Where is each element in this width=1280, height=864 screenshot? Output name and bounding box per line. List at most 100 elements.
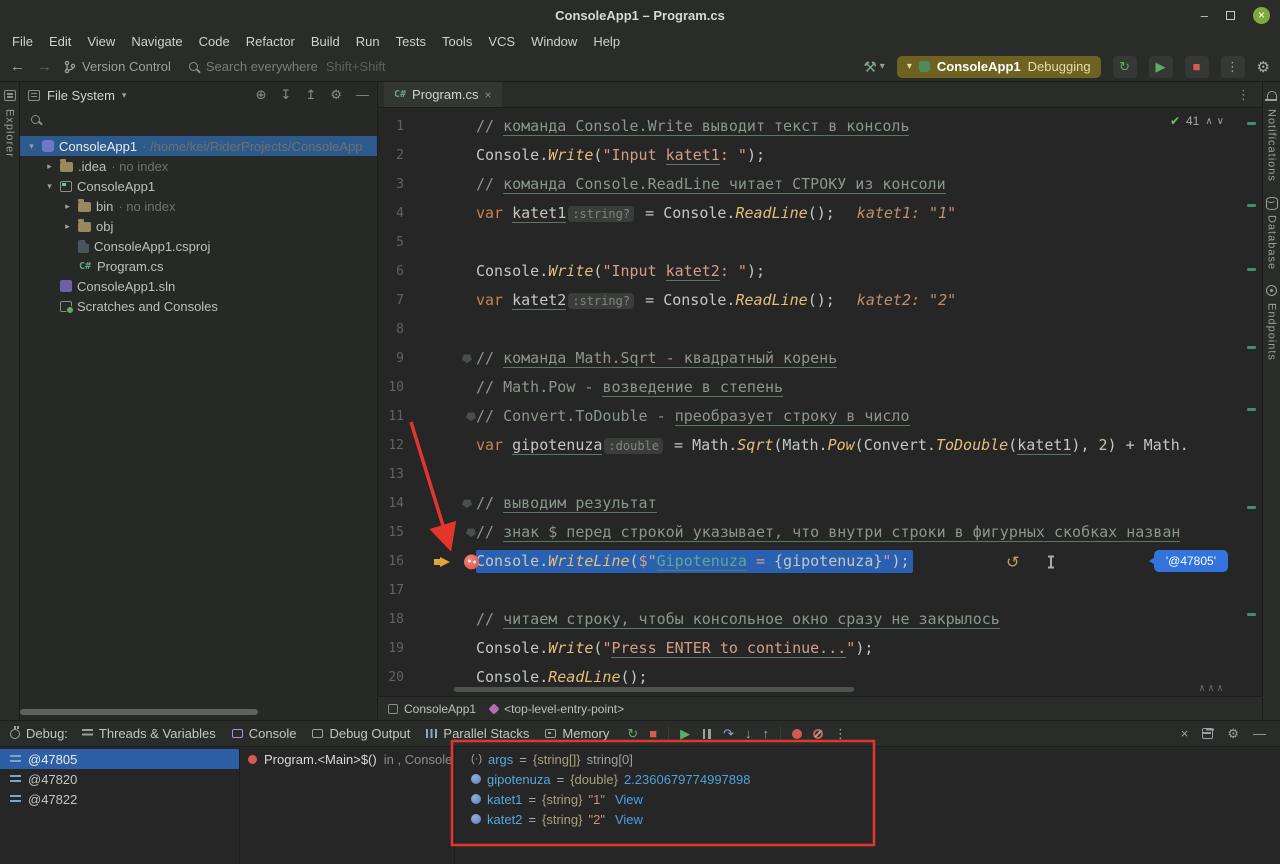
minimize-button[interactable]: – [1201, 8, 1208, 23]
expand-all-button[interactable]: ↧ [281, 87, 292, 103]
debug-more-button[interactable]: ⋮ [834, 726, 847, 742]
forward-button[interactable]: → [37, 58, 52, 75]
tree-search-field[interactable] [20, 108, 377, 130]
editor-line-12[interactable]: 12var gipotenuza:double = Math.Sqrt(Math… [378, 431, 1262, 460]
menu-code[interactable]: Code [191, 34, 238, 49]
explorer-stripe-label[interactable]: Explorer [4, 109, 16, 158]
menu-navigate[interactable]: Navigate [123, 34, 190, 49]
variable-katet2[interactable]: katet2 = {string} "2"View [471, 809, 1280, 829]
line-number[interactable]: 7 [378, 286, 404, 315]
pause-button[interactable] [701, 729, 712, 739]
tab-console[interactable]: Console [232, 726, 297, 741]
menu-vcs[interactable]: VCS [480, 34, 523, 49]
line-number[interactable]: 19 [378, 634, 404, 663]
breadcrumb-item-top-level-entry-point[interactable]: <top-level-entry-point> [490, 702, 624, 716]
tree-item-obj[interactable]: ▸obj [20, 216, 377, 236]
sidebar-hscrollbar[interactable] [20, 709, 258, 715]
step-out-button[interactable]: ↑ [763, 726, 770, 741]
stop-button[interactable]: ■ [1185, 56, 1209, 78]
thread-47820[interactable]: @47820 [0, 769, 239, 789]
stripe-item-notifications[interactable]: Notifications [1265, 90, 1278, 182]
debug-settings-button[interactable]: ⚙ [1227, 726, 1239, 742]
inspections-widget[interactable]: ✔ 41 ∧∨ [1170, 114, 1228, 128]
step-over-button[interactable]: ↷ [723, 726, 734, 742]
variable-args[interactable]: (·)args = {string[]} string[0] [471, 749, 1280, 769]
stack-frame[interactable]: Program.<Main>$()in , Console [240, 749, 454, 769]
thread-47805[interactable]: @47805 [0, 749, 239, 769]
editor-line-2[interactable]: 2Console.Write("Input katet1: "); [378, 141, 1262, 170]
line-number[interactable]: 17 [378, 576, 404, 605]
search-everywhere[interactable]: Search everywhere Shift+Shift [189, 59, 386, 74]
editor-line-15[interactable]: 15// знак $ перед строкой указывает, что… [378, 518, 1262, 547]
editor-line-9[interactable]: 9// команда Math.Sqrt - квадратный корен… [378, 344, 1262, 373]
menu-edit[interactable]: Edit [41, 34, 79, 49]
hide-sidebar-button[interactable]: — [356, 87, 369, 103]
line-number[interactable]: 3 [378, 170, 404, 199]
editor-line-8[interactable]: 8 [378, 315, 1262, 344]
editor-line-1[interactable]: 1// команда Console.Write выводит текст … [378, 112, 1262, 141]
line-number[interactable]: 9 [378, 344, 404, 373]
tree-item-program-cs[interactable]: C#Program.cs [20, 256, 377, 276]
back-button[interactable]: ← [10, 58, 25, 75]
thread-47822[interactable]: @47822 [0, 789, 239, 809]
tree-item-consoleapp1-csproj[interactable]: ConsoleApp1.csproj [20, 236, 377, 256]
chevron-down-icon[interactable]: ▾ [26, 141, 37, 152]
menu-view[interactable]: View [79, 34, 123, 49]
menu-window[interactable]: Window [523, 34, 585, 49]
prev-next-issue-icons[interactable]: ∧∨ [1205, 116, 1228, 127]
editor-line-18[interactable]: 18// читаем строку, чтобы консольное окн… [378, 605, 1262, 634]
tab-debug-output[interactable]: Debug Output [312, 726, 410, 741]
step-into-button[interactable]: ↓ [745, 726, 752, 741]
resume-button[interactable]: ▶ [680, 726, 690, 742]
line-number[interactable]: 1 [378, 112, 404, 141]
rerun-button[interactable]: ↻ [627, 726, 638, 742]
line-number[interactable]: 15 [378, 518, 404, 547]
menu-build[interactable]: Build [303, 34, 348, 49]
editor-line-6[interactable]: 6Console.Write("Input katet2: "); [378, 257, 1262, 286]
stop-button[interactable]: ■ [649, 726, 657, 741]
chevron-right-icon[interactable]: ▸ [44, 161, 55, 172]
tree-item-idea[interactable]: ▸.idea · no index [20, 156, 377, 176]
tab-parallel-stacks[interactable]: Parallel Stacks [426, 726, 529, 741]
horizontal-scrollbar[interactable] [454, 687, 854, 692]
sidebar-settings-button[interactable]: ⚙ [330, 87, 342, 103]
line-number[interactable]: 20 [378, 663, 404, 692]
tree-item-consoleapp1-sln[interactable]: ConsoleApp1.sln [20, 276, 377, 296]
menu-refactor[interactable]: Refactor [238, 34, 303, 49]
line-number[interactable]: 10 [378, 373, 404, 402]
menu-tests[interactable]: Tests [388, 34, 434, 49]
stripe-item-endpoints[interactable]: Endpoints [1265, 284, 1278, 361]
view-link[interactable]: View [615, 812, 643, 827]
tab-threads-variables[interactable]: Threads & Variables [82, 726, 216, 741]
view-breakpoints-button[interactable] [792, 729, 802, 739]
run-button[interactable]: ▶ [1149, 56, 1173, 78]
line-number[interactable]: 18 [378, 605, 404, 634]
mute-breakpoints-button[interactable] [813, 729, 823, 739]
hide-debug-button[interactable]: — [1253, 726, 1266, 741]
sidebar-title[interactable]: File System [47, 88, 115, 103]
editor-line-10[interactable]: 10// Math.Pow - возведение в степень [378, 373, 1262, 402]
menu-file[interactable]: File [4, 34, 41, 49]
menu-run[interactable]: Run [348, 34, 388, 49]
locate-file-button[interactable]: ⊕ [256, 87, 267, 103]
maximize-button[interactable] [1226, 11, 1235, 20]
restart-debug-button[interactable]: ↻ [1113, 56, 1137, 78]
tree-item-consoleapp1[interactable]: ▾ConsoleApp1 [20, 176, 377, 196]
line-number[interactable]: 5 [378, 228, 404, 257]
editor-line-17[interactable]: 17 [378, 576, 1262, 605]
tree-item-scratches-and-consoles[interactable]: Scratches and Consoles [20, 296, 377, 316]
line-number[interactable]: 4 [378, 199, 404, 228]
run-configuration-widget[interactable]: ▾ ConsoleApp1 Debugging [897, 56, 1101, 78]
editor-line-14[interactable]: 14// выводим результат [378, 489, 1262, 518]
editor-line-3[interactable]: 3// команда Console.ReadLine читает СТРО… [378, 170, 1262, 199]
tree-item-bin[interactable]: ▸bin · no index [20, 196, 377, 216]
debug-tool-window-button[interactable]: Debug: [10, 726, 68, 741]
line-number[interactable]: 8 [378, 315, 404, 344]
editor-line-11[interactable]: 11// Convert.ToDouble - преобразует стро… [378, 402, 1262, 431]
explorer-icon[interactable] [4, 90, 16, 101]
editor-line-5[interactable]: 5 [378, 228, 1262, 257]
tab-close-icon[interactable]: × [485, 88, 492, 102]
build-tools-button[interactable]: ⚒▾ [863, 58, 884, 76]
line-number[interactable]: 13 [378, 460, 404, 489]
version-control-widget[interactable]: Version Control [64, 59, 171, 74]
